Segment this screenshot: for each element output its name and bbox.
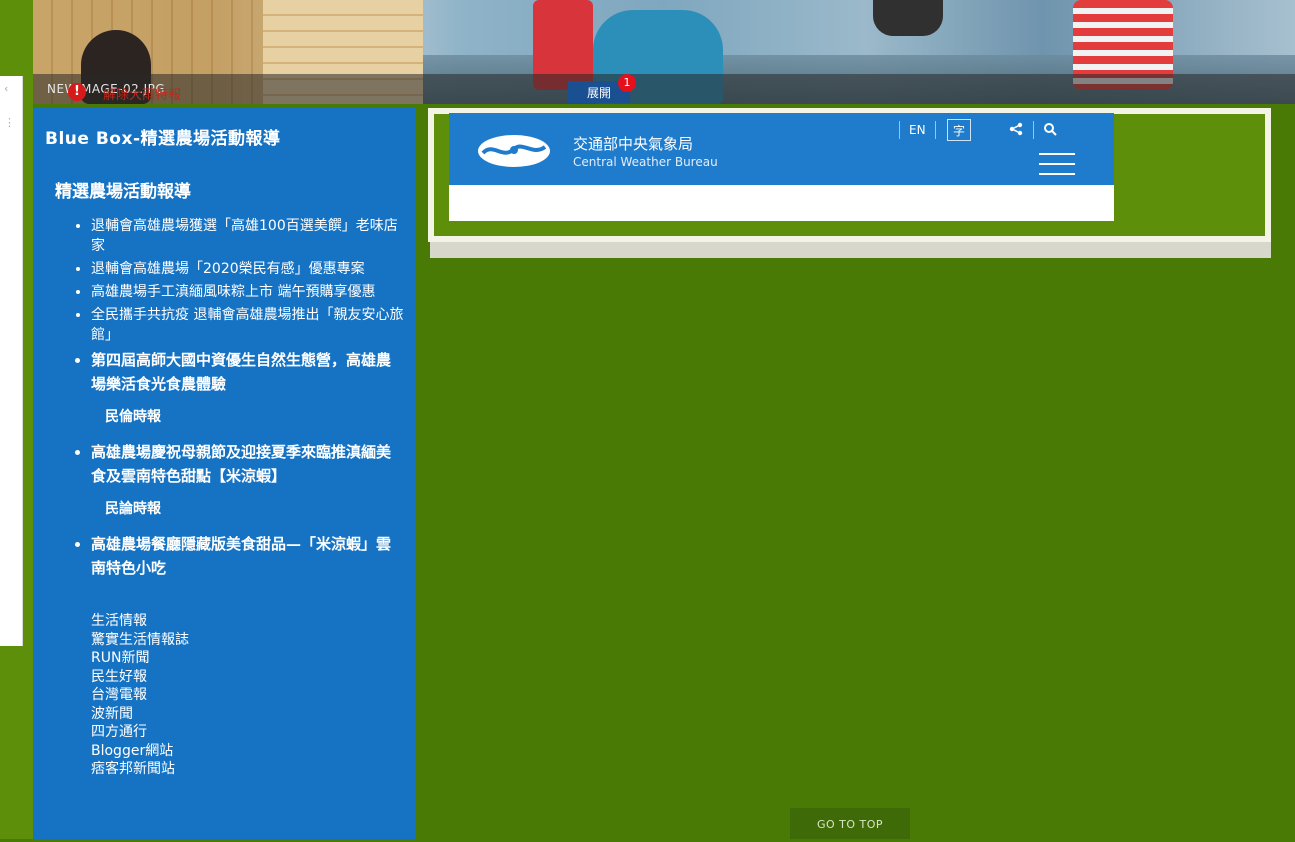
share-icon[interactable] <box>1009 122 1023 136</box>
alert-bar <box>449 185 1114 221</box>
search-icon[interactable] <box>1043 122 1057 136</box>
media-link[interactable]: RUN新聞 <box>91 649 404 668</box>
hamburger-menu-icon[interactable] <box>1039 153 1075 175</box>
drag-dots-icon: ⋮ <box>4 116 15 129</box>
article-link[interactable]: 高雄農場餐廳隱藏版美食甜品—「米涼蝦」雲南特色小吃 <box>91 532 404 580</box>
article-list: 退輔會高雄農場獲選「高雄100百選美饌」老味店家 退輔會高雄農場「2020榮民有… <box>45 216 404 396</box>
media-link[interactable]: 民生好報 <box>91 668 404 687</box>
article-list: 高雄農場餐廳隱藏版美食甜品—「米涼蝦」雲南特色小吃 <box>45 532 404 580</box>
alert-icon: ! <box>68 83 86 101</box>
article-link[interactable]: 高雄農場手工滇緬風味粽上市 端午預購享優惠 <box>91 282 404 302</box>
media-link[interactable]: 痞客邦新聞站 <box>91 760 404 779</box>
alert-message[interactable]: 解除大雨特報 <box>103 84 181 103</box>
media-link[interactable]: 驚實生活情報誌 <box>91 631 404 650</box>
widget-bottom-bar <box>430 242 1271 258</box>
article-link[interactable]: 退輔會高雄農場獲選「高雄100百選美饌」老味店家 <box>91 216 404 256</box>
blue-box-sidebar: Blue Box-精選農場活動報導 精選農場活動報導 退輔會高雄農場獲選「高雄1… <box>33 108 416 839</box>
section-heading: 精選農場活動報導 <box>55 182 191 202</box>
cwb-title[interactable]: 交通部中央氣象局 <box>573 133 693 154</box>
source-label: 民論時報 <box>105 501 161 517</box>
source-label: 民倫時報 <box>105 409 161 425</box>
cwb-logo-icon[interactable] <box>477 134 551 168</box>
go-to-top-button[interactable]: GO TO TOP <box>790 808 910 839</box>
notification-badge: 1 <box>618 74 636 92</box>
cwb-header: 交通部中央氣象局 Central Weather Bureau EN 字 <box>449 113 1114 185</box>
sidebar-title: Blue Box-精選農場活動報導 <box>45 129 281 149</box>
media-link[interactable]: 四方通行 <box>91 723 404 742</box>
cwb-widget: 交通部中央氣象局 Central Weather Bureau EN 字 <box>449 113 1114 221</box>
language-toggle[interactable]: EN <box>909 123 926 137</box>
cwb-subtitle: Central Weather Bureau <box>573 155 718 169</box>
article-link[interactable]: 退輔會高雄農場「2020榮民有感」優惠專案 <box>91 259 404 279</box>
media-link[interactable]: Blogger網站 <box>91 742 404 761</box>
media-links: 生活情報 驚實生活情報誌 RUN新聞 民生好報 台灣電報 波新聞 四方通行 Bl… <box>91 612 404 779</box>
article-link[interactable]: 高雄農場慶祝母親節及迎接夏季來臨推滇緬美食及雲南特色甜點【米涼蝦】 <box>91 440 404 488</box>
article-list: 高雄農場慶祝母親節及迎接夏季來臨推滇緬美食及雲南特色甜點【米涼蝦】 <box>45 440 404 488</box>
arrow-left-icon: ‹ <box>4 82 9 95</box>
side-handle[interactable]: ‹ ⋮ <box>0 76 23 646</box>
media-link[interactable]: 波新聞 <box>91 705 404 724</box>
media-link[interactable]: 生活情報 <box>91 612 404 631</box>
header-banner-image: NEWIMAGE-02.JPG <box>33 0 1295 104</box>
media-link[interactable]: 台灣電報 <box>91 686 404 705</box>
article-link[interactable]: 第四屆高師大國中資優生自然生態營，高雄農場樂活食光食農體驗 <box>91 348 404 396</box>
article-link[interactable]: 全民攜手共抗疫 退輔會高雄農場推出「親友安心旅館」 <box>91 305 404 345</box>
banner-caption: NEWIMAGE-02.JPG <box>33 74 1295 104</box>
font-size-button[interactable]: 字 <box>947 119 971 141</box>
